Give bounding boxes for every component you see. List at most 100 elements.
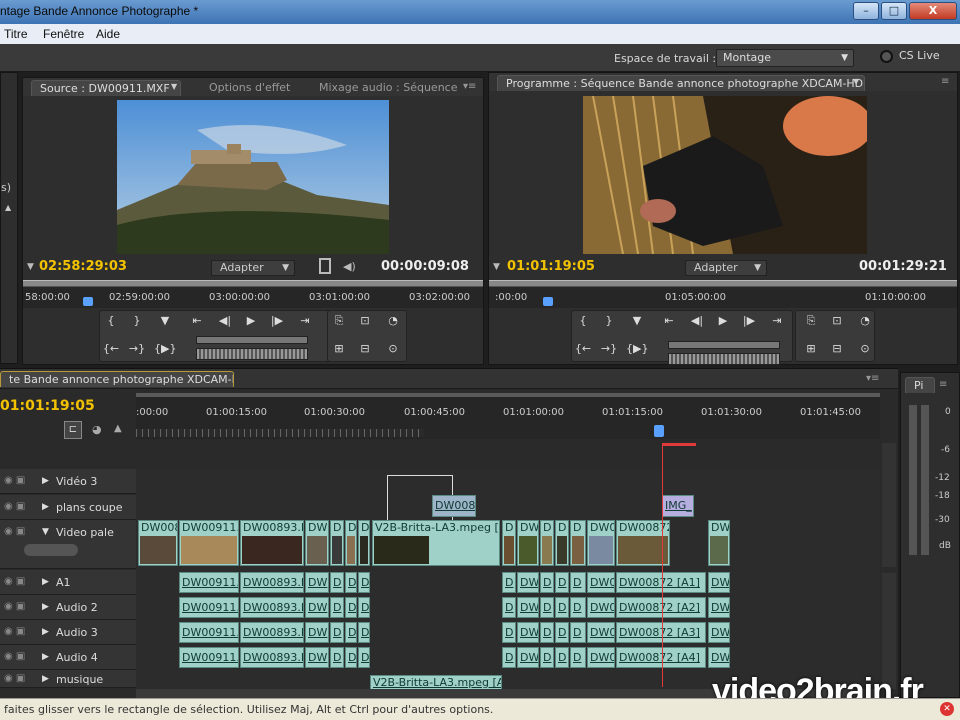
tab-audio-meter[interactable]: Pi bbox=[905, 377, 935, 393]
playhead-marker[interactable] bbox=[543, 297, 553, 306]
clip[interactable]: DW bbox=[305, 520, 329, 566]
go-to-prev-edit-button[interactable]: {← bbox=[572, 340, 594, 358]
panel-menu-icon[interactable]: ≡ bbox=[939, 379, 947, 390]
clip[interactable]: DW00872 [A2] bbox=[616, 597, 706, 618]
clip[interactable]: DW bbox=[708, 572, 730, 593]
speaker-icon[interactable]: ◉ ▣ bbox=[4, 651, 25, 662]
clip[interactable]: DW00911.M bbox=[179, 597, 239, 618]
clip[interactable]: DW00911.M bbox=[179, 520, 239, 566]
clip[interactable]: D bbox=[570, 647, 586, 668]
clip[interactable]: D bbox=[555, 572, 569, 593]
film-strip-icon[interactable] bbox=[319, 258, 331, 274]
track-header-plans-coupe[interactable]: ◉ ▣ ▶ plans coupe bbox=[0, 495, 136, 520]
clip[interactable]: IMG_ bbox=[662, 495, 694, 517]
expand-icon[interactable]: ▶ bbox=[42, 502, 49, 512]
clip[interactable]: DW00911.M bbox=[179, 622, 239, 643]
tab-sequence[interactable]: te Bande annonce photographe XDCAM-HD bbox=[0, 371, 234, 387]
lift-button[interactable]: ⊞ bbox=[328, 340, 350, 358]
expand-icon[interactable]: ▶ bbox=[42, 627, 49, 637]
clip[interactable]: DW bbox=[305, 647, 329, 668]
clip[interactable]: D bbox=[330, 647, 344, 668]
sequence-marker-icon[interactable]: ▲ bbox=[114, 423, 122, 434]
clip[interactable]: DW bbox=[517, 622, 539, 643]
shuttle-slider[interactable] bbox=[196, 336, 308, 344]
overlay-button[interactable]: ⊡ bbox=[354, 312, 376, 330]
clip[interactable]: D bbox=[358, 597, 370, 618]
clip[interactable]: D bbox=[345, 520, 357, 566]
tab-audio-mixer[interactable]: Mixage audio : Séquence bbox=[311, 80, 461, 96]
play-button[interactable]: ▶ bbox=[712, 312, 734, 330]
timeline-ruler[interactable]: :00:00 01:00:15:00 01:00:30:00 01:00:45:… bbox=[136, 393, 880, 439]
clip[interactable]: D bbox=[330, 622, 344, 643]
play-in-to-out-button[interactable]: {▶} bbox=[626, 340, 648, 358]
program-time-ruler[interactable]: :00:00 01:05:00:00 01:10:00:00 bbox=[489, 286, 957, 308]
clip[interactable]: DW00893.M bbox=[240, 520, 304, 566]
marker-icon[interactable]: ◕ bbox=[92, 423, 102, 436]
clip[interactable]: DW bbox=[708, 520, 730, 566]
snap-toggle-icon[interactable]: ⊏ bbox=[64, 421, 82, 439]
track-header-video-pale[interactable]: ◉ ▣ ▼ Video pale bbox=[0, 520, 136, 569]
clip[interactable]: D bbox=[540, 647, 554, 668]
go-to-in-button[interactable]: ⇤ bbox=[658, 312, 680, 330]
jog-dial[interactable] bbox=[196, 348, 308, 360]
clip[interactable]: DW00893.M bbox=[240, 647, 304, 668]
camera-button[interactable]: ⊙ bbox=[854, 340, 876, 358]
go-to-out-button[interactable]: ⇥ bbox=[766, 312, 788, 330]
safe-margins-button[interactable]: ⊟ bbox=[826, 340, 848, 358]
clip[interactable]: V2B-Britta-LA3.mpeg [V] bbox=[372, 520, 500, 566]
track-header-audio2[interactable]: ◉ ▣ ▶ Audio 2 bbox=[0, 595, 136, 620]
clip[interactable]: DW0 bbox=[587, 622, 615, 643]
source-fit-select[interactable]: Adapter ▼ bbox=[211, 260, 295, 276]
expand-icon[interactable]: ▶ bbox=[42, 476, 49, 486]
work-area-bar[interactable] bbox=[136, 429, 424, 437]
jog-dial[interactable] bbox=[668, 353, 780, 365]
eye-icon[interactable]: ◉ ▣ bbox=[4, 501, 25, 512]
clip[interactable]: DW bbox=[708, 647, 730, 668]
export-frame-button[interactable]: ◔ bbox=[382, 312, 404, 330]
set-marker-button[interactable]: ▼ bbox=[154, 312, 176, 330]
timeline-current-timecode[interactable]: 01:01:19:05 bbox=[0, 398, 95, 414]
mark-in-button[interactable]: { bbox=[572, 312, 594, 330]
clip[interactable]: D bbox=[570, 597, 586, 618]
step-forward-button[interactable]: |▶ bbox=[266, 312, 288, 330]
clip[interactable]: D bbox=[330, 572, 344, 593]
panel-menu-icon[interactable]: ▾≡ bbox=[866, 373, 879, 384]
track-header-video3[interactable]: ◉ ▣ ▶ Vidéo 3 bbox=[0, 469, 136, 494]
source-current-timecode[interactable]: 02:58:29:03 bbox=[39, 259, 127, 274]
clip[interactable]: D bbox=[358, 622, 370, 643]
clip[interactable]: D bbox=[540, 572, 554, 593]
clip[interactable]: DW0 bbox=[587, 520, 615, 566]
insert-button[interactable]: ⎘ bbox=[328, 312, 350, 330]
go-to-next-edit-button[interactable]: →} bbox=[126, 340, 148, 358]
mark-out-button[interactable]: } bbox=[598, 312, 620, 330]
clip[interactable]: D bbox=[555, 597, 569, 618]
display-style-toggle[interactable] bbox=[24, 544, 78, 556]
clip[interactable]: DW0 bbox=[587, 572, 615, 593]
tab-program[interactable]: Programme : Séquence Bande annonce photo… bbox=[497, 75, 865, 91]
eye-icon[interactable]: ◉ ▣ bbox=[4, 475, 25, 486]
clip[interactable]: D bbox=[330, 520, 344, 566]
clip[interactable]: DW008 bbox=[138, 520, 178, 566]
speaker-icon[interactable]: ◉ ▣ bbox=[4, 626, 25, 637]
clip[interactable]: DW bbox=[517, 520, 539, 566]
panel-menu-icon[interactable]: ▾≡ bbox=[463, 81, 476, 92]
expand-icon[interactable]: ▶ bbox=[42, 674, 49, 684]
clip[interactable]: DW00872 [A3] bbox=[616, 622, 706, 643]
cs-live-button[interactable]: CS Live bbox=[880, 49, 940, 63]
clip[interactable]: DW bbox=[305, 597, 329, 618]
menu-fenetre[interactable]: Fenêtre bbox=[43, 27, 84, 41]
clip[interactable]: D bbox=[540, 622, 554, 643]
clip[interactable]: DW00872 [A4] bbox=[616, 647, 706, 668]
panel-menu-icon[interactable]: ≡ bbox=[941, 76, 949, 87]
camera-button[interactable]: ⊙ bbox=[382, 340, 404, 358]
tab-effect-options[interactable]: Options d'effet bbox=[201, 80, 311, 96]
clip[interactable]: DW00911.M bbox=[179, 572, 239, 593]
clip[interactable]: DW0 bbox=[587, 647, 615, 668]
error-icon[interactable]: ✕ bbox=[940, 702, 954, 716]
speaker-icon[interactable]: ◉ ▣ bbox=[4, 576, 25, 587]
go-to-in-button[interactable]: ⇤ bbox=[186, 312, 208, 330]
clip[interactable]: DW bbox=[305, 622, 329, 643]
clip[interactable]: D bbox=[540, 597, 554, 618]
clip[interactable]: DW bbox=[517, 572, 539, 593]
go-to-prev-edit-button[interactable]: {← bbox=[100, 340, 122, 358]
